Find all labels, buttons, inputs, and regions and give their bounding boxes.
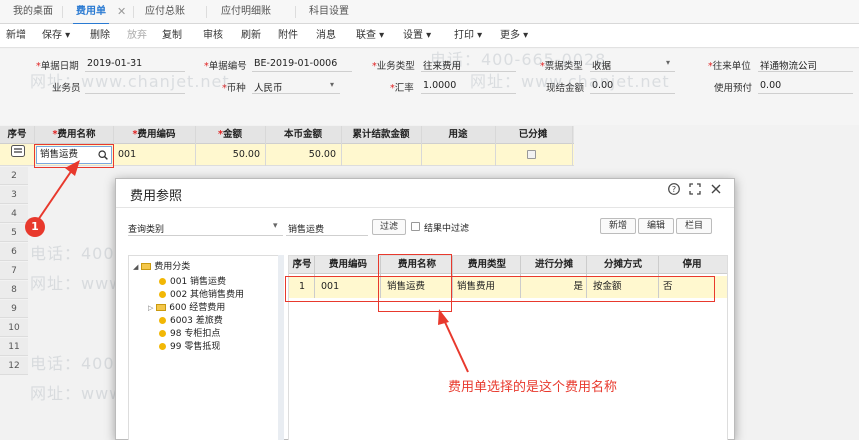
annotation-arrows: [37, 160, 469, 373]
arrow-line: [443, 319, 469, 373]
arrow-head: [65, 160, 80, 176]
arrow-line: [37, 169, 73, 221]
arrow-head: [438, 309, 449, 325]
annotation-text: 费用单选择的是这个费用名称: [448, 380, 618, 395]
step-badge: 1: [25, 217, 45, 237]
